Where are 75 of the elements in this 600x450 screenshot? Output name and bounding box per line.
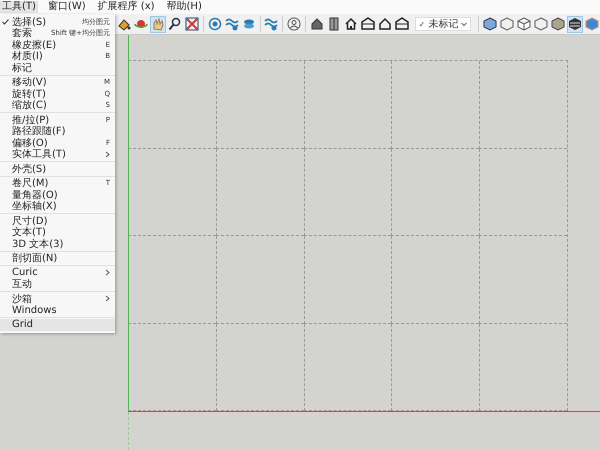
menu-item[interactable]: 量角器(O) [0, 189, 115, 200]
tag-dropdown[interactable]: ✓ 未标记 [414, 17, 472, 31]
toolbar-button[interactable] [342, 16, 359, 32]
menu-item-label: 沙箱 [12, 292, 33, 305]
menu-item-label: 套索 [12, 26, 33, 40]
menu-item[interactable]: Grid [0, 319, 115, 330]
menu-item[interactable]: 标记 [0, 62, 115, 74]
paint-bucket-icon [117, 17, 131, 31]
menubar-item[interactable]: 窗口(W) [46, 1, 88, 13]
menu-item[interactable]: 尺寸(D) [0, 215, 115, 226]
toolbar-button[interactable] [376, 16, 393, 32]
dropdown-value: 未标记 [428, 18, 458, 31]
menu-item-label: 外壳(S) [12, 162, 48, 176]
menu-item[interactable]: 外壳(S) [0, 163, 115, 174]
house-icon [360, 17, 375, 31]
menu-item[interactable]: 剖切面(N) [0, 252, 115, 264]
caret-icon [461, 21, 468, 27]
zoom-icon [168, 17, 182, 31]
menu-item-label: 实体工具(T) [12, 148, 67, 162]
toolbar-button[interactable] [167, 16, 183, 32]
menu-item-label: Curic [12, 267, 39, 278]
wave-icon [224, 17, 239, 31]
menu-item[interactable]: 坐标轴(X) [0, 200, 115, 212]
menu-item[interactable]: 实体工具(T) [0, 148, 115, 160]
zoom-extents-icon [185, 17, 199, 31]
menu-item[interactable]: 互动 [0, 278, 115, 290]
menubar-item[interactable]: 扩展程序 (x) [96, 1, 157, 13]
menu-item[interactable]: Windows [0, 304, 115, 316]
menu-item-label: 文本(T) [12, 226, 47, 238]
toolbar-button[interactable] [308, 16, 325, 32]
toolbar-button[interactable] [360, 16, 376, 32]
toolbar-button[interactable] [482, 16, 498, 32]
menu-item[interactable]: 沙箱 [0, 293, 115, 304]
menu-item-label: 旋转(T) [12, 88, 47, 100]
menu-item-label: 量角器(O) [12, 188, 59, 201]
toolbar-button[interactable] [532, 16, 549, 32]
menu-item-label: 3D 文本(3) [12, 238, 64, 251]
menu-item-label: 移动(V) [12, 76, 48, 88]
menu-item[interactable]: Curic [0, 267, 115, 278]
toolbar-button[interactable] [394, 16, 410, 32]
check-mark: ✓ [418, 20, 426, 28]
menu-item-label: Windows [12, 304, 58, 316]
door-icon [326, 17, 341, 31]
target-icon [208, 17, 222, 31]
home-icon [344, 17, 358, 31]
menu-item-label: 橡皮擦(E) [12, 38, 58, 51]
menu-item-label: 互动 [12, 278, 33, 292]
layers-icon [242, 17, 256, 31]
menu-item[interactable]: 3D 文本(3) [0, 238, 115, 250]
menu-item-label: 缩放(C) [12, 98, 48, 112]
wave-icon [264, 17, 278, 31]
menubar-item[interactable]: 帮助(H) [164, 1, 204, 13]
toolbar-button[interactable] [516, 16, 532, 32]
house-icon [378, 17, 392, 31]
menu-item-label: 选择(S) [12, 16, 48, 28]
menu-item-label: 材质(I) [12, 50, 44, 62]
toolbar-button[interactable] [184, 16, 200, 32]
menu-item-label: 路径跟随(F) [12, 125, 67, 138]
toolbar-button[interactable] [498, 16, 515, 32]
menu-item-label: 卷尺(M) [12, 177, 50, 190]
toolbar-button[interactable] [550, 16, 566, 32]
menu-item-label: 推/拉(P) [12, 114, 50, 126]
house-icon [310, 17, 324, 31]
house-icon [394, 17, 409, 31]
menubar-item[interactable]: 工具(T) [0, 1, 38, 13]
menu-item-label: 尺寸(D) [12, 214, 49, 227]
toolbar-button[interactable] [286, 16, 302, 32]
menu-item-label: 剖切面(N) [12, 252, 58, 266]
menu-item-label: 标记 [12, 62, 33, 75]
menu-item-label: Grid [12, 319, 34, 330]
menu-item-label: 偏移(O) [12, 136, 49, 149]
menu-item-label: 坐标轴(X) [12, 200, 58, 214]
user-icon [286, 17, 301, 31]
menu-item[interactable]: 文本(T) [0, 226, 115, 238]
menu-item[interactable]: 路径跟随(F) [0, 126, 115, 137]
